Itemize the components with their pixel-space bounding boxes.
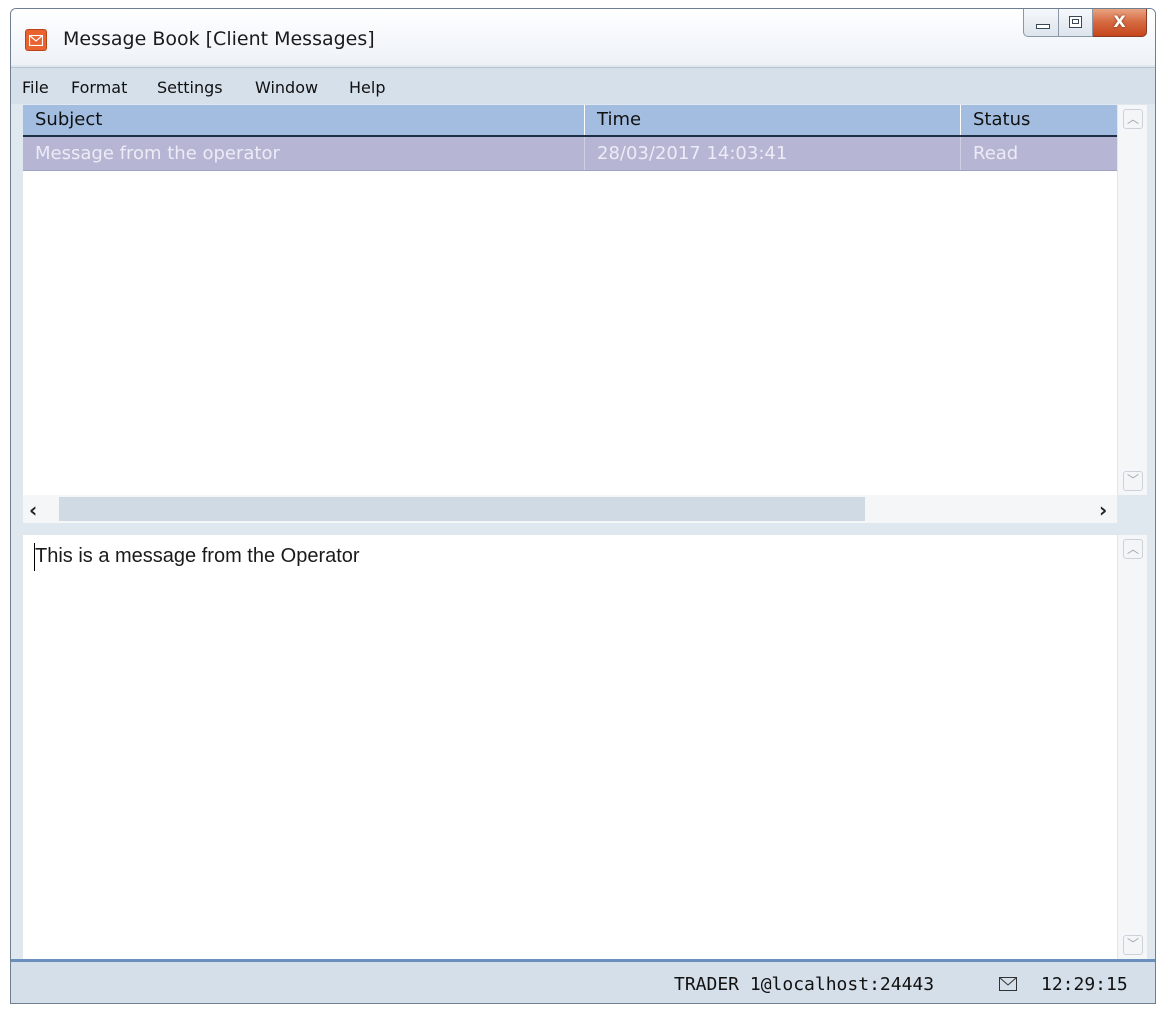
table-row[interactable]: Message from the operator 28/03/2017 14:…: [23, 137, 1117, 171]
scroll-right-arrow-icon[interactable]: ›: [1099, 498, 1107, 522]
message-body-text: This is a message from the Operator: [35, 545, 360, 567]
menu-file[interactable]: File: [22, 78, 49, 97]
message-body-pane[interactable]: This is a message from the Operator: [23, 535, 1117, 959]
menu-bar: File Format Settings Window Help: [11, 67, 1155, 104]
scroll-left-arrow-icon[interactable]: ‹: [29, 498, 37, 522]
app-envelope-icon[interactable]: [25, 29, 47, 51]
row-subject: Message from the operator: [23, 137, 585, 170]
message-book-window: Message Book [Client Messages] X File Fo…: [10, 8, 1156, 1004]
window-controls: X: [1023, 9, 1147, 39]
list-horizontal-scrollbar[interactable]: ‹ ›: [23, 495, 1117, 523]
menu-window[interactable]: Window: [255, 78, 318, 97]
title-bar[interactable]: Message Book [Client Messages] X: [11, 9, 1155, 65]
menu-format[interactable]: Format: [71, 78, 127, 97]
body-scroll-down-arrow-icon[interactable]: ﹀: [1123, 935, 1143, 955]
menu-file-label: File: [22, 78, 49, 97]
restore-icon: [1069, 16, 1082, 28]
list-vertical-scrollbar[interactable]: ︿ ﹀: [1117, 105, 1147, 495]
column-header-subject[interactable]: Subject: [23, 105, 585, 135]
minimize-button[interactable]: [1023, 9, 1059, 37]
menu-help[interactable]: Help: [349, 78, 385, 97]
scroll-down-arrow-icon[interactable]: ﹀: [1123, 471, 1143, 491]
connection-status: TRADER 1@localhost:24443: [674, 974, 935, 995]
message-list: Subject Time Status Message from the ope…: [23, 105, 1117, 495]
window-title: Message Book [Client Messages]: [63, 28, 375, 50]
list-header: Subject Time Status: [23, 105, 1117, 137]
minimize-icon: [1036, 24, 1050, 29]
status-bar: TRADER 1@localhost:24443 12:29:15: [11, 959, 1155, 1003]
envelope-icon[interactable]: [999, 976, 1017, 995]
close-button[interactable]: X: [1093, 9, 1147, 37]
status-clock: 12:29:15: [1041, 974, 1128, 995]
scroll-up-arrow-icon[interactable]: ︿: [1123, 109, 1143, 129]
close-icon: X: [1113, 12, 1126, 31]
maximize-button[interactable]: [1059, 9, 1093, 37]
row-status: Read: [973, 143, 1019, 164]
body-vertical-scrollbar[interactable]: ︿ ﹀: [1117, 535, 1147, 959]
menu-settings[interactable]: Settings: [157, 78, 223, 97]
column-header-status[interactable]: Status: [961, 105, 1117, 135]
horizontal-scroll-thumb[interactable]: [59, 497, 865, 521]
body-scroll-up-arrow-icon[interactable]: ︿: [1123, 539, 1143, 559]
row-time: 28/03/2017 14:03:41: [585, 137, 961, 170]
pane-splitter[interactable]: [11, 523, 1155, 535]
column-header-time[interactable]: Time: [585, 105, 961, 135]
